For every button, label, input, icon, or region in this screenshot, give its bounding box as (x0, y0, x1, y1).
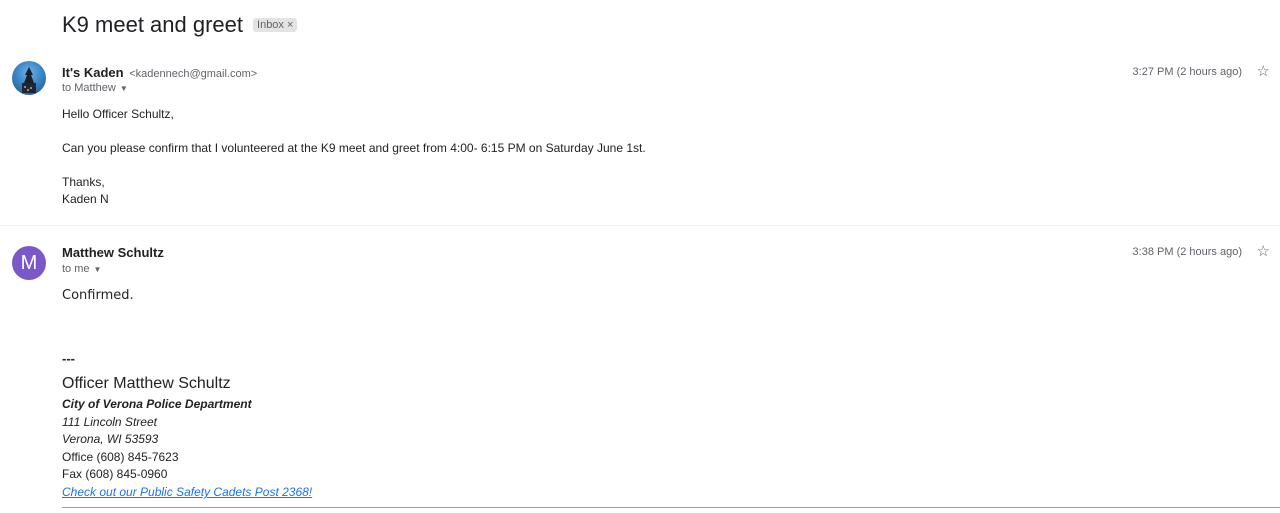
cadets-post-link[interactable]: Check out our Public Safety Cadets Post … (62, 485, 312, 499)
sender-line: It's Kaden <kadennech@gmail.com> (62, 65, 257, 80)
email-thread: K9 meet and greet Inbox × It's Kaden <ka… (0, 0, 1280, 513)
label-chip-text: Inbox (257, 19, 284, 31)
recipient-text: to Matthew (62, 82, 116, 94)
sender-name[interactable]: It's Kaden (62, 65, 124, 80)
recipient-line: to me ▼ (62, 263, 101, 275)
signature-name: Officer Matthew Schultz (62, 375, 231, 392)
chevron-down-icon[interactable]: ▼ (94, 265, 102, 274)
message-timestamp: 3:27 PM (2 hours ago) (1132, 66, 1242, 78)
signature-office-phone: Office (608) 845-7623 (62, 450, 179, 464)
chevron-down-icon[interactable]: ▼ (120, 84, 128, 93)
signature-link-wrap: Check out our Public Safety Cadets Post … (62, 485, 312, 499)
subject-row: K9 meet and greet Inbox × (62, 12, 298, 38)
sender-avatar[interactable]: M (12, 246, 46, 280)
sender-email[interactable]: <kadennech@gmail.com> (129, 68, 257, 80)
body-greeting: Hello Officer Schultz, (62, 107, 174, 121)
body-signoff: Kaden N (62, 192, 109, 206)
signature-city: Verona, WI 53593 (62, 432, 159, 446)
sender-line: Matthew Schultz (62, 245, 164, 260)
remove-label-icon[interactable]: × (287, 19, 293, 31)
signature-street: 111 Lincoln Street (62, 415, 157, 429)
body-reply: Confirmed. (62, 288, 134, 303)
message-timestamp: 3:38 PM (2 hours ago) (1132, 246, 1242, 258)
star-icon[interactable]: ☆ (1257, 62, 1270, 80)
body-paragraph: Can you please confirm that I volunteere… (62, 141, 646, 155)
avatar-letter: M (20, 251, 38, 274)
sender-name[interactable]: Matthew Schultz (62, 245, 164, 260)
recipient-text: to me (62, 263, 90, 275)
signature-bottom-rule (62, 507, 1280, 508)
message-divider (0, 225, 1280, 226)
inbox-label-chip[interactable]: Inbox × (253, 18, 298, 32)
signature-department: City of Verona Police Department (62, 397, 252, 411)
body-closing: Thanks, (62, 175, 105, 189)
photo-avatar-icon (22, 67, 36, 93)
signature-separator: --- (62, 351, 75, 366)
star-icon[interactable]: ☆ (1257, 242, 1270, 260)
email-subject: K9 meet and greet (62, 12, 244, 37)
sender-avatar[interactable] (12, 61, 46, 95)
signature-fax: Fax (608) 845-0960 (62, 467, 168, 481)
recipient-line: to Matthew ▼ (62, 82, 128, 94)
